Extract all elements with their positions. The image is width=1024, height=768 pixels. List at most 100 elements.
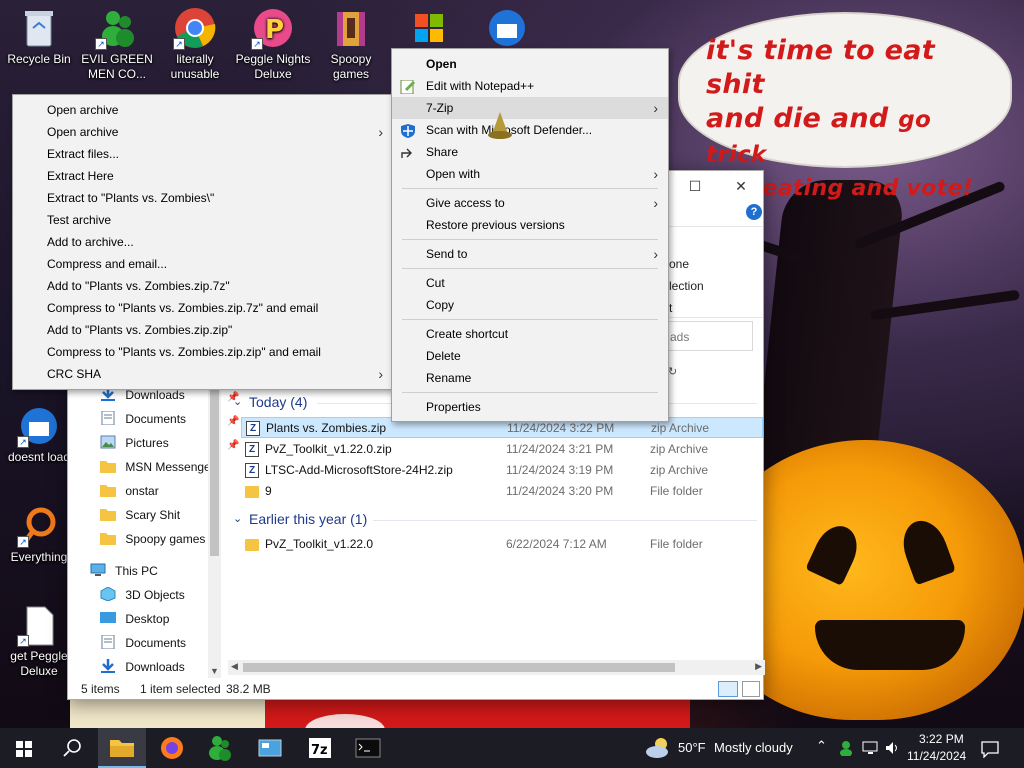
desktop-icon-thunderbird-top[interactable]: [468, 0, 546, 52]
file-row[interactable]: 9 11/24/2024 3:20 PM File folder: [241, 481, 763, 502]
scroll-left-arrow-icon[interactable]: ◀: [231, 661, 238, 672]
maximize-button[interactable]: ☐: [672, 171, 718, 201]
menu-item-compress-7z-email[interactable]: Compress to "Plants vs. Zombies.zip.7z" …: [47, 297, 318, 319]
search-input[interactable]: ads: [663, 321, 753, 351]
cloudy-moon-icon[interactable]: [645, 737, 671, 759]
pumpkin-eye: [896, 514, 956, 586]
nav-item-desktop[interactable]: Desktop: [100, 608, 169, 630]
horizontal-scrollbar[interactable]: ◀ ▶: [228, 660, 765, 675]
taskbar-msn-messenger[interactable]: [196, 728, 244, 768]
menu-item-scan-defender[interactable]: Scan with Microsoft Defender...: [392, 119, 668, 141]
desktop-icon: [100, 610, 116, 624]
large-icons-view-icon[interactable]: [742, 681, 760, 697]
group-collapse-chevron-icon[interactable]: ⌄: [233, 395, 242, 408]
menu-item-edit-notepadpp[interactable]: Edit with Notepad++: [392, 75, 668, 97]
desktop-icon-literally-unusable[interactable]: ↗ literally unusable: [156, 0, 234, 82]
desktop-icon-windows-store[interactable]: [390, 0, 468, 52]
group-collapse-chevron-icon[interactable]: ⌄: [233, 512, 242, 525]
file-row[interactable]: PvZ_Toolkit_v1.22.0 6/22/2024 7:12 AM Fi…: [241, 534, 763, 555]
weather-temperature[interactable]: 50°F: [678, 740, 706, 755]
scrollbar-thumb[interactable]: [210, 386, 219, 556]
menu-item-extract-here[interactable]: Extract Here: [47, 165, 114, 187]
nav-item-pictures-pinned[interactable]: Pictures 📌: [100, 432, 239, 454]
desktop-icon-spoopy-games[interactable]: Spoopy games: [312, 0, 390, 82]
menu-item-crc-sha[interactable]: CRC SHA ›: [13, 363, 393, 385]
group-header-today[interactable]: Today (4): [249, 391, 307, 413]
3d-objects-icon: [100, 586, 116, 602]
ribbon-text[interactable]: lection: [669, 279, 704, 293]
menu-item-compress-and-email[interactable]: Compress and email...: [47, 253, 167, 275]
menu-item-extract-to[interactable]: Extract to "Plants vs. Zombies\": [47, 187, 214, 209]
nav-item-3d-objects[interactable]: 3D Objects: [100, 584, 185, 606]
details-view-icon[interactable]: [718, 681, 738, 697]
clock-date[interactable]: 11/24/2024: [907, 749, 966, 763]
file-row[interactable]: PvZ_Toolkit_v1.22.0.zip 11/24/2024 3:21 …: [241, 439, 763, 460]
ribbon-text[interactable]: one: [669, 257, 689, 271]
clock-time[interactable]: 3:22 PM: [919, 732, 964, 746]
desktop-icon-label: Spoopy games: [330, 52, 372, 81]
group-header-earlier[interactable]: Earlier this year (1): [249, 508, 367, 530]
show-hidden-icons-chevron-icon[interactable]: ⌃: [816, 738, 827, 754]
menu-item-add-to-archive[interactable]: Add to archive...: [47, 231, 134, 253]
nav-item-label: MSN Messenger: [125, 460, 215, 474]
close-button[interactable]: ✕: [718, 171, 764, 201]
taskbar-file-explorer[interactable]: [98, 728, 146, 768]
taskbar: 7z 50°F Mostly cloudy ⌃ 3:22 PM 11/24/20…: [0, 728, 1024, 768]
menu-item-give-access[interactable]: Give access to ›: [392, 192, 668, 214]
menu-item-test-archive[interactable]: Test archive: [47, 209, 111, 231]
menu-item-open[interactable]: Open: [426, 53, 457, 75]
menu-item-copy[interactable]: Copy: [426, 294, 454, 316]
menu-item-share[interactable]: Share: [392, 141, 668, 163]
nav-item-documents-pinned[interactable]: Documents 📌: [100, 408, 239, 430]
menu-item-restore-versions[interactable]: Restore previous versions: [426, 214, 565, 236]
menu-item-send-to[interactable]: Send to ›: [392, 243, 668, 265]
nav-item-msn-messenger[interactable]: MSN Messenger: [100, 456, 215, 478]
desktop-icon-recycle-bin[interactable]: Recycle Bin: [0, 0, 78, 67]
nav-item-downloads[interactable]: Downloads: [100, 656, 185, 678]
nav-pane-scrollbar[interactable]: ▼: [208, 376, 221, 678]
menu-item-label: CRC SHA: [47, 367, 102, 381]
menu-item-rename[interactable]: Rename: [426, 367, 471, 389]
file-type: File folder: [650, 537, 703, 551]
network-icon[interactable]: [862, 740, 880, 759]
notification-center-icon[interactable]: [980, 740, 1000, 761]
taskbar-control-panel[interactable]: [246, 728, 294, 768]
taskbar-7zip[interactable]: 7z: [296, 728, 344, 768]
ribbon-text[interactable]: t: [669, 301, 672, 315]
volume-icon[interactable]: [884, 740, 902, 759]
menu-item-add-to-7z[interactable]: Add to "Plants vs. Zombies.zip.7z": [47, 275, 230, 297]
menu-item-open-archive-submenu[interactable]: Open archive ›: [13, 121, 393, 143]
file-row[interactable]: LTSC-Add-MicrosoftStore-24H2.zip 11/24/2…: [241, 460, 763, 481]
menu-item-label: Send to: [426, 247, 468, 261]
chevron-right-icon: ›: [653, 195, 658, 211]
search-button[interactable]: [48, 728, 96, 768]
desktop-icon-evil-green-men[interactable]: ↗ EVIL GREEN MEN CO...: [78, 0, 156, 82]
nav-item-spoopy-games[interactable]: Spoopy games: [100, 528, 205, 550]
search-icon: [63, 739, 81, 757]
scroll-right-arrow-icon[interactable]: ▶: [755, 661, 762, 672]
desktop-icon-peggle[interactable]: P ↗ Peggle Nights Deluxe: [234, 0, 312, 82]
weather-condition[interactable]: Mostly cloudy: [714, 740, 793, 755]
start-button[interactable]: [0, 728, 48, 768]
menu-item-open-with[interactable]: Open with ›: [392, 163, 668, 185]
taskbar-terminal[interactable]: [344, 728, 392, 768]
nav-item-scary-shit[interactable]: Scary Shit: [100, 504, 180, 526]
menu-item-add-to-zip[interactable]: Add to "Plants vs. Zombies.zip.zip": [47, 319, 232, 341]
nav-item-onstar[interactable]: onstar: [100, 480, 159, 502]
menu-separator: [402, 239, 658, 240]
nav-item-this-pc[interactable]: This PC: [90, 560, 158, 582]
nav-item-documents[interactable]: Documents: [100, 632, 186, 654]
menu-item-compress-zip-email[interactable]: Compress to "Plants vs. Zombies.zip.zip"…: [47, 341, 321, 363]
scroll-down-arrow-icon[interactable]: ▼: [210, 666, 219, 676]
menu-item-7zip[interactable]: 7-Zip ›: [392, 97, 668, 119]
scrollbar-thumb[interactable]: [243, 663, 675, 672]
menu-item-delete[interactable]: Delete: [426, 345, 461, 367]
menu-item-properties[interactable]: Properties: [426, 396, 481, 418]
menu-item-create-shortcut[interactable]: Create shortcut: [426, 323, 508, 345]
menu-item-open-archive[interactable]: Open archive: [47, 99, 118, 121]
menu-item-extract-files[interactable]: Extract files...: [47, 143, 119, 165]
taskbar-firefox[interactable]: [148, 728, 196, 768]
menu-item-cut[interactable]: Cut: [426, 272, 445, 294]
msn-tray-icon[interactable]: [838, 740, 854, 759]
help-icon[interactable]: ?: [746, 204, 762, 220]
